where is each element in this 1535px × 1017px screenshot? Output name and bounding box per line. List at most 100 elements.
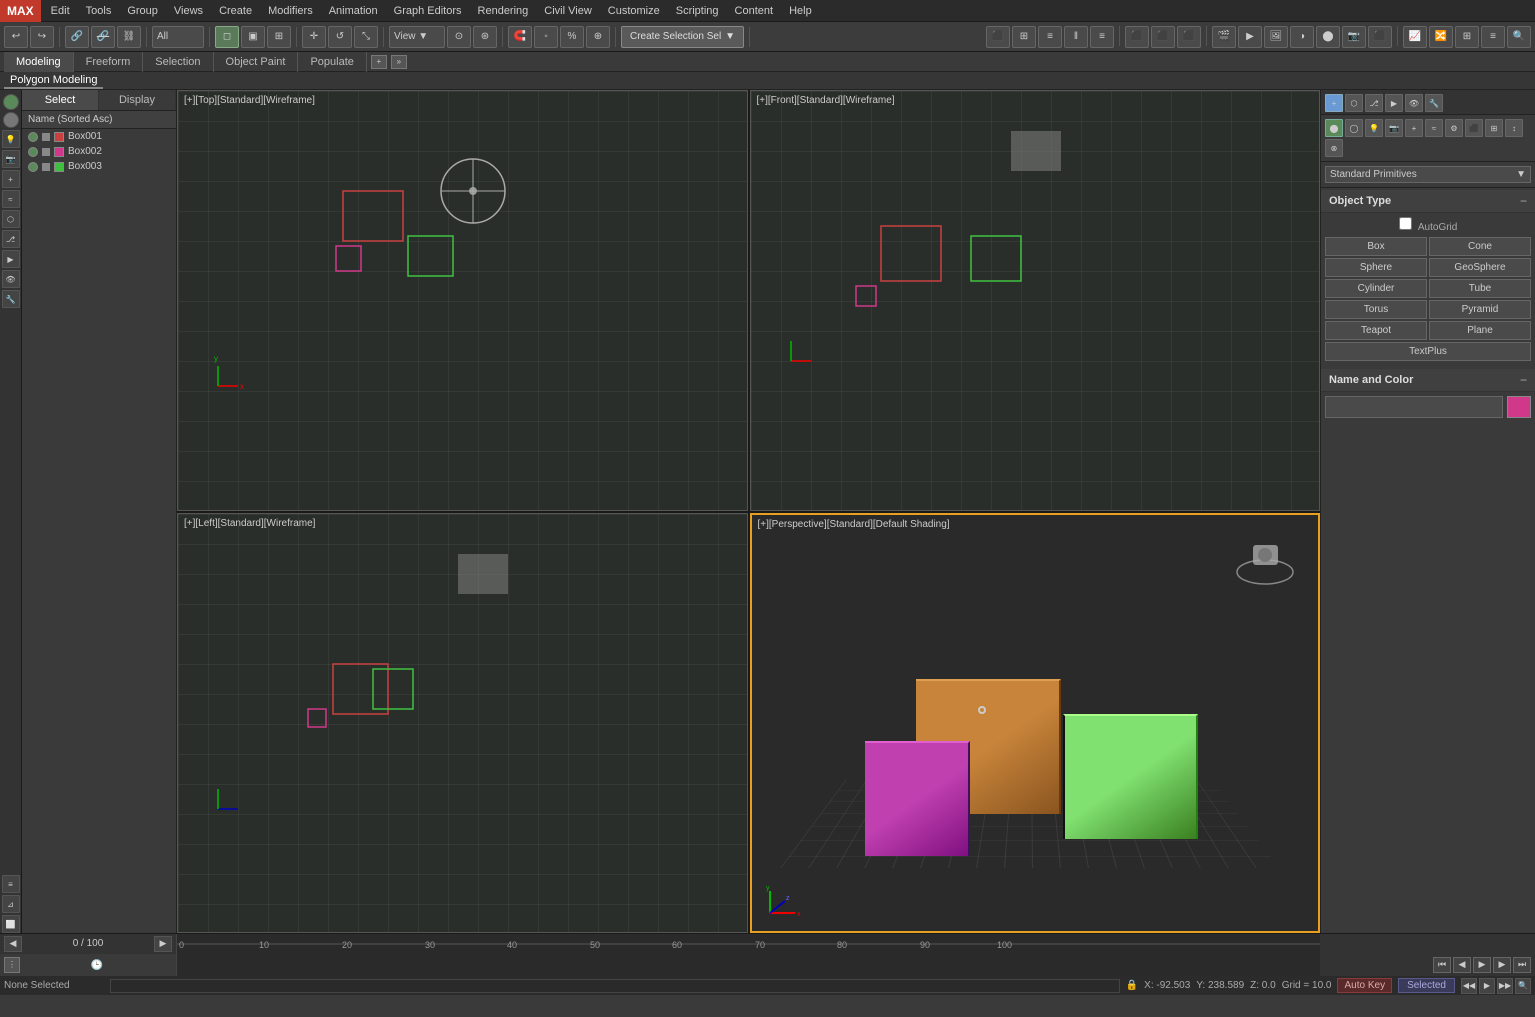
move-button[interactable]: ✛ (302, 26, 326, 48)
rp-spacewarp-icon[interactable]: ≈ (1425, 119, 1443, 137)
rp-system-icon[interactable]: ⚙ (1445, 119, 1463, 137)
left-icon-display2[interactable]: 👁 (2, 270, 20, 288)
key-mode-toggle[interactable]: ⋮ (4, 957, 20, 973)
left-icon-camera[interactable]: 📷 (2, 150, 20, 168)
pyramid-button[interactable]: Pyramid (1429, 300, 1531, 319)
render-frame-button[interactable]: 🖼 (1264, 26, 1288, 48)
status-play-button[interactable]: ▶ (1479, 978, 1495, 994)
rp-extra2-icon[interactable]: ⊞ (1485, 119, 1503, 137)
plane-button[interactable]: Plane (1429, 321, 1531, 340)
autokey-button[interactable]: Auto Key (1337, 978, 1392, 993)
cone-button[interactable]: Cone (1429, 237, 1531, 256)
rp-extra-icon[interactable]: ⬛ (1465, 119, 1483, 137)
tab-arrow-icon[interactable]: » (391, 55, 407, 69)
redo-button[interactable]: ↪ (30, 26, 54, 48)
object-type-rollout-header[interactable]: Object Type − (1321, 190, 1535, 213)
selection-filter-dropdown[interactable]: All (152, 26, 204, 48)
teapot-button[interactable]: Teapot (1325, 321, 1427, 340)
name-color-rollout-header[interactable]: Name and Color − (1321, 369, 1535, 392)
tube-button[interactable]: Tube (1429, 279, 1531, 298)
rp-camera-icon[interactable]: 📷 (1385, 119, 1403, 137)
layer-button[interactable]: ⬛ (1125, 26, 1149, 48)
play-button[interactable]: ▶ (1473, 957, 1491, 973)
spinner-snap-button[interactable]: ⊕ (586, 26, 610, 48)
max-button[interactable]: MAX (0, 0, 41, 22)
name-color-swatch[interactable] (1507, 396, 1531, 418)
align-button[interactable]: ≡ (1038, 26, 1062, 48)
box001-visibility[interactable] (28, 132, 38, 142)
align2-button[interactable]: ‖ (1064, 26, 1088, 48)
menu-tools[interactable]: Tools (78, 0, 120, 22)
lp-tab-select[interactable]: Select (22, 90, 99, 110)
viewport-front[interactable]: [+][Front][Standard][Wireframe] (750, 90, 1321, 511)
left-icon-motion[interactable]: ▶ (2, 250, 20, 268)
box003-color[interactable] (54, 162, 64, 172)
bind-space-warp-button[interactable]: ⛓ (117, 26, 141, 48)
timeline-left-arrow[interactable]: ◀ (4, 936, 22, 952)
object-type-collapse-icon[interactable]: − (1520, 194, 1527, 208)
angle-snap-button[interactable]: ◦ (534, 26, 558, 48)
array-button[interactable]: ⊞ (1012, 26, 1036, 48)
tab-freeform[interactable]: Freeform (74, 52, 144, 72)
left-icon-filter[interactable]: ⊿ (2, 895, 20, 913)
torus-button[interactable]: Torus (1325, 300, 1427, 319)
tab-object-paint[interactable]: Object Paint (214, 52, 299, 72)
cylinder-button[interactable]: Cylinder (1325, 279, 1427, 298)
select-object-button[interactable]: ◻ (215, 26, 239, 48)
material-button[interactable]: ⬤ (1316, 26, 1340, 48)
rotate-button[interactable]: ↺ (328, 26, 352, 48)
prev-frame-button[interactable]: ◀ (1453, 957, 1471, 973)
left-icon-modifier[interactable]: ⬡ (2, 210, 20, 228)
left-icon-utilities[interactable]: 🔧 (2, 290, 20, 308)
layer2-button[interactable]: ⬛ (1151, 26, 1175, 48)
left-icon-display[interactable] (3, 94, 19, 110)
box002-freeze[interactable] (42, 148, 50, 156)
scene-item-box001[interactable]: Box001 (22, 129, 176, 144)
rp-shape-icon[interactable]: ◯ (1345, 119, 1363, 137)
rp-hierarchy-icon[interactable]: ⎇ (1365, 94, 1383, 112)
menu-edit[interactable]: Edit (43, 0, 78, 22)
left-icon-container[interactable]: ⬜ (2, 915, 20, 933)
explorer-button[interactable]: 🔍 (1507, 26, 1531, 48)
rp-create-icon[interactable]: + (1325, 94, 1343, 112)
menu-modifiers[interactable]: Modifiers (260, 0, 321, 22)
normal-align-button[interactable]: ≡ (1090, 26, 1114, 48)
primitives-dropdown[interactable]: Standard Primitives ▼ (1325, 166, 1531, 183)
menu-help[interactable]: Help (781, 0, 820, 22)
sub-tab-polygon-modeling[interactable]: Polygon Modeling (4, 73, 103, 89)
rp-light-icon[interactable]: 💡 (1365, 119, 1383, 137)
scene-item-box002[interactable]: Box002 (22, 144, 176, 159)
left-icon-spacewarp[interactable]: ≈ (2, 190, 20, 208)
box001-freeze[interactable] (42, 133, 50, 141)
menu-rendering[interactable]: Rendering (470, 0, 537, 22)
schematic-view-button[interactable]: 🔀 (1429, 26, 1453, 48)
scene-item-box003[interactable]: Box003 (22, 159, 176, 174)
xref-button[interactable]: ⊞ (1455, 26, 1479, 48)
viewport-top[interactable]: [+][Top][Standard][Wireframe] x y (177, 90, 748, 511)
left-icon-layer[interactable]: ≡ (2, 875, 20, 893)
status-prev-button[interactable]: ◀◀ (1461, 978, 1477, 994)
scale-button[interactable]: ⤡ (354, 26, 378, 48)
status-next-button[interactable]: ▶▶ (1497, 978, 1513, 994)
percent-snap-button[interactable]: % (560, 26, 584, 48)
box003-freeze[interactable] (42, 163, 50, 171)
layer-manager-button[interactable]: ≡ (1481, 26, 1505, 48)
activeshade-button[interactable]: ◑ (1290, 26, 1314, 48)
unlink-button[interactable]: 🔗 (91, 26, 115, 48)
box-button[interactable]: Box (1325, 237, 1427, 256)
rp-utilities-icon[interactable]: 🔧 (1425, 94, 1443, 112)
reference-coord-dropdown[interactable]: View ▼ (389, 26, 445, 48)
left-icon-light[interactable]: 💡 (2, 130, 20, 148)
autogrid-checkbox[interactable] (1399, 217, 1412, 230)
pivot2-button[interactable]: ⊛ (473, 26, 497, 48)
rp-extra4-icon[interactable]: ⊗ (1325, 139, 1343, 157)
select-link-button[interactable]: 🔗 (65, 26, 89, 48)
viewport-perspective[interactable]: [+][Perspective][Standard][Default Shadi… (750, 513, 1321, 934)
rp-display-icon[interactable]: 👁 (1405, 94, 1423, 112)
menu-create[interactable]: Create (211, 0, 260, 22)
snap-toggle-button[interactable]: 🧲 (508, 26, 532, 48)
mirror-button[interactable]: ⬛ (986, 26, 1010, 48)
left-icon-hierarchy[interactable]: ⎇ (2, 230, 20, 248)
sphere-button[interactable]: Sphere (1325, 258, 1427, 277)
rp-helper-icon[interactable]: + (1405, 119, 1423, 137)
